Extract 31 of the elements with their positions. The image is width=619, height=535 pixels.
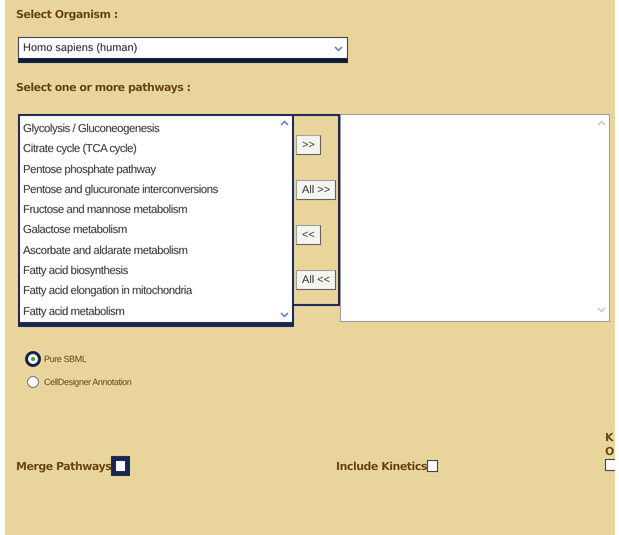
pathway-option[interactable]: Ascorbate and aldarate metabolism — [23, 240, 279, 262]
organism-dropdown[interactable]: Homo sapiens (human) — [18, 37, 348, 63]
checkbox[interactable] — [111, 456, 130, 476]
pathway-option[interactable]: Fatty acid elongation in mitochondria — [23, 281, 279, 302]
pathway-option[interactable]: Fatty acid biosynthesis — [23, 261, 279, 282]
radio-label: CellDesigner Annotation — [44, 377, 132, 387]
checkbox[interactable] — [426, 460, 438, 472]
move-button[interactable]: All >> — [296, 180, 336, 200]
option-label: K — [605, 431, 615, 444]
organism-label: Select Organism : — [16, 8, 119, 21]
radio-button[interactable] — [25, 351, 41, 367]
pathways-label: Select one or more pathways : — [16, 81, 192, 94]
option-label: Include Kinetics — [336, 460, 427, 472]
pathway-option[interactable]: Pentose and glucuronate interconversions — [23, 180, 279, 200]
pathway-option[interactable]: Pentose phosphate pathway — [23, 160, 279, 180]
radio-label: Pure SBML — [44, 354, 86, 364]
pathway-option[interactable]: Citrate cycle (TCA cycle) — [23, 139, 279, 160]
option-label: O — [605, 445, 615, 458]
option-label: Merge Pathways — [16, 460, 112, 472]
scroll-up-icon[interactable] — [280, 119, 288, 128]
radio-button[interactable] — [27, 376, 39, 388]
pathway-option[interactable]: Galactose metabolism — [23, 220, 279, 241]
pathway-option[interactable]: Fructose and mannose metabolism — [23, 200, 279, 220]
move-button[interactable]: << — [296, 224, 321, 244]
move-button[interactable]: All << — [296, 270, 336, 290]
move-button[interactable]: >> — [296, 134, 321, 154]
pathway-option[interactable]: Fatty acid metabolism — [23, 302, 279, 322]
scroll-down-icon[interactable] — [280, 310, 288, 319]
pathway-listbox[interactable] — [18, 114, 294, 327]
pathway-option[interactable]: Glycolysis / Gluconeogenesis — [23, 119, 279, 140]
checkbox[interactable] — [605, 459, 615, 471]
